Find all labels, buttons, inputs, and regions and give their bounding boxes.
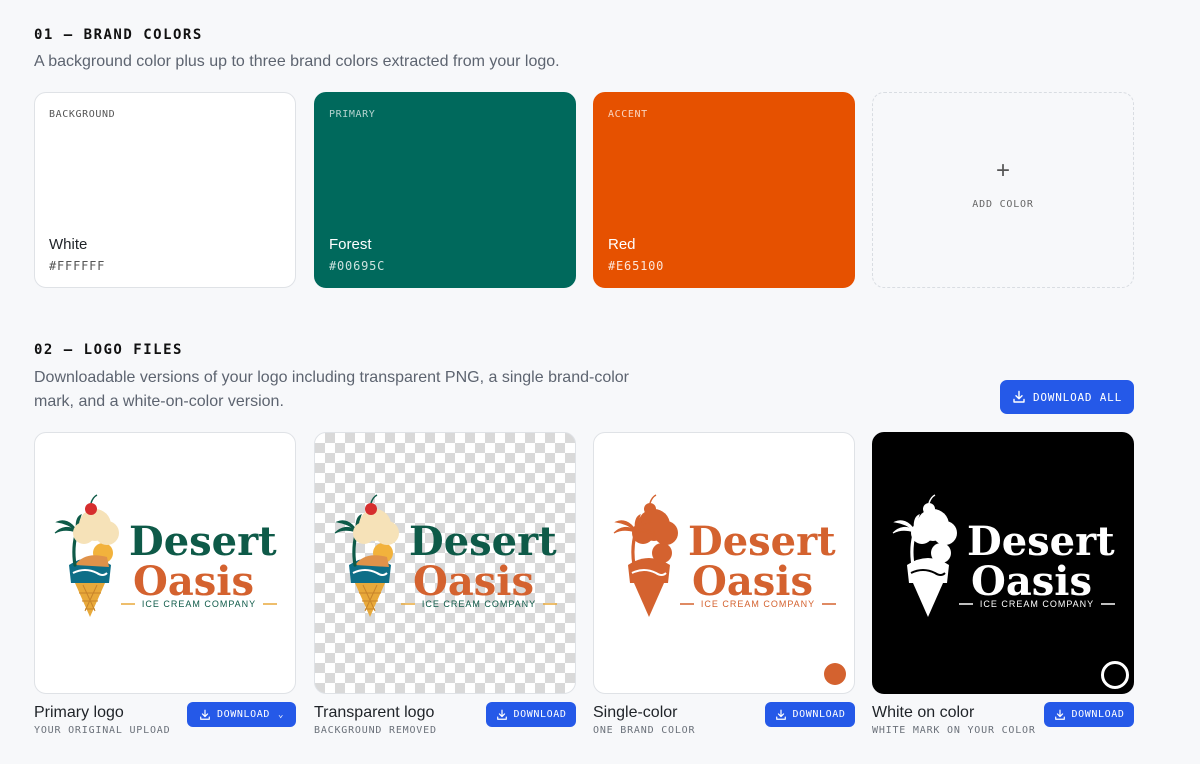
swatch-background[interactable]: BACKGROUND White #FFFFFF — [34, 92, 296, 288]
swatch-hex: #00695C — [329, 259, 386, 273]
section-title-brand-colors: 01 — BRAND COLORS — [34, 27, 203, 43]
logo-card-title: Transparent logo — [314, 704, 435, 721]
download-icon — [1013, 390, 1025, 403]
logo-card-subtitle: ONE BRAND COLOR — [593, 725, 696, 736]
logo-wordmark-line2: Oasis — [133, 558, 254, 605]
logo-tagline: ICE CREAM COMPANY — [142, 599, 256, 609]
logo-card-title: Primary logo — [34, 704, 124, 721]
color-indicator-dot — [824, 663, 846, 685]
download-label: DOWNLOAD — [792, 709, 846, 720]
download-primary-button[interactable]: DOWNLOAD ⌄ — [187, 702, 296, 727]
logo-card-subtitle: WHITE MARK ON YOUR COLOR — [872, 725, 1036, 736]
logo-card-subtitle: YOUR ORIGINAL UPLOAD — [34, 725, 171, 736]
add-color-button[interactable]: + ADD COLOR — [872, 92, 1134, 288]
download-transparent-button[interactable]: DOWNLOAD — [486, 702, 576, 727]
download-label: DOWNLOAD — [513, 709, 567, 720]
download-white-on-color-button[interactable]: DOWNLOAD — [1044, 702, 1134, 727]
download-icon — [496, 709, 507, 720]
swatch-primary[interactable]: PRIMARY Forest #00695C — [314, 92, 576, 288]
swatch-color-name: Red — [608, 236, 636, 253]
logo-card-subtitle: BACKGROUND REMOVED — [314, 725, 437, 736]
swatch-accent[interactable]: ACCENT Red #E65100 — [593, 92, 855, 288]
logo-single-color-image: Desert Oasis ICE CREAM COMPANY — [612, 494, 836, 617]
swatch-color-name: White — [49, 236, 88, 253]
logo-card-title: White on color — [872, 704, 975, 721]
swatch-color-name: Forest — [329, 236, 372, 253]
download-icon — [775, 709, 786, 720]
section-description-brand-colors: A background color plus up to three bran… — [34, 53, 560, 70]
swatch-role: BACKGROUND — [49, 109, 116, 120]
download-all-label: DOWNLOAD ALL — [1032, 390, 1123, 404]
download-single-color-button[interactable]: DOWNLOAD — [765, 702, 855, 727]
logo-tagline: ICE CREAM COMPANY — [701, 599, 815, 609]
swatch-role: ACCENT — [608, 109, 648, 120]
download-icon — [200, 709, 210, 720]
logo-wordmark-line2: Oasis — [692, 558, 813, 605]
download-icon — [1054, 709, 1065, 720]
chevron-down-icon[interactable]: ⌄ — [278, 710, 284, 720]
logo-transparent-image: Desert Oasis ICE CREAM COMPANY — [333, 494, 557, 617]
logo-card-transparent[interactable]: Desert Oasis ICE CREAM COMPANY — [314, 432, 576, 694]
swatch-role: PRIMARY — [329, 109, 376, 120]
logo-tagline: ICE CREAM COMPANY — [980, 599, 1094, 609]
swatch-hex: #FFFFFF — [49, 259, 106, 273]
logo-card-white-on-color[interactable]: Desert Oasis ICE CREAM COMPANY — [872, 432, 1134, 694]
download-all-button[interactable]: DOWNLOAD ALL — [1000, 380, 1134, 414]
add-color-label: ADD COLOR — [972, 199, 1034, 210]
logo-white-on-color-image: Desert Oasis ICE CREAM COMPANY — [891, 494, 1115, 617]
logo-card-primary[interactable]: Desert Oasis ICE CREAM COMPANY — [34, 432, 296, 694]
download-label: DOWNLOAD — [1071, 709, 1125, 720]
plus-icon: + — [995, 157, 1010, 184]
logo-wordmark-line2: Oasis — [971, 558, 1092, 605]
logo-wordmark-line2: Oasis — [413, 558, 534, 605]
color-indicator-ring — [1101, 661, 1129, 689]
swatch-hex: #E65100 — [608, 259, 665, 273]
logo-primary-image: Desert Oasis ICE CREAM COMPANY — [53, 494, 277, 617]
logo-card-title: Single-color — [593, 704, 678, 721]
logo-tagline: ICE CREAM COMPANY — [422, 599, 536, 609]
download-label: DOWNLOAD — [217, 709, 270, 720]
section-title-logo-files: 02 — LOGO FILES — [34, 342, 183, 358]
section-description-logo-files: Downloadable versions of your logo inclu… — [34, 369, 629, 410]
logo-card-single-color[interactable]: Desert Oasis ICE CREAM COMPANY — [593, 432, 855, 694]
